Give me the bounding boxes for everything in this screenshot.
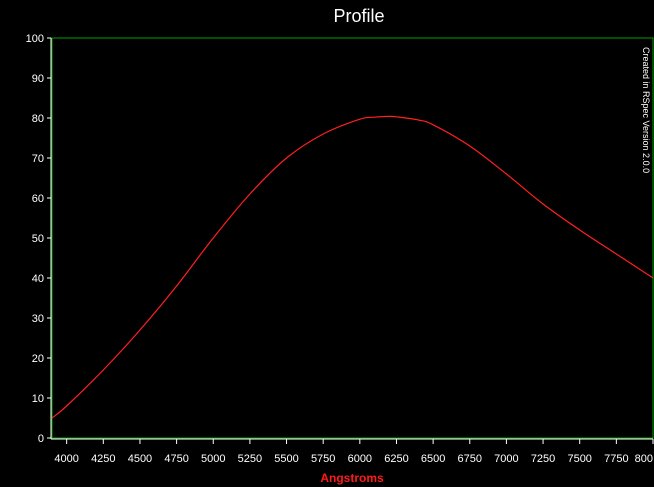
profile-chart: Profile 0102030405060708090100 4000 4250 4… [26,6,654,485]
x-tick-label: 7750 [604,453,628,465]
y-tick-label: 0 [38,433,44,445]
x-tick-label: 6750 [458,453,482,465]
y-tick-label: 10 [32,393,44,405]
y-axis: 0 10 20 30 40 50 60 70 80 90 100 [26,33,52,445]
x-tick-label: 6250 [384,453,408,465]
x-tick-label: 800 [635,453,653,465]
x-axis: 4000 4250 4500 4750 5000 5250 5500 5750 6000 6250… [51,438,654,465]
x-axis-label: Angstroms [320,471,384,485]
plot-frame [51,37,654,439]
x-tick-label: 7000 [494,453,518,465]
y-tick-label: 40 [32,273,44,285]
y-tick-label: 30 [32,313,44,325]
y-tick-label: 80 [32,113,44,125]
chart-title: Profile [333,6,384,26]
x-tick-label: 7500 [567,453,591,465]
profile-curve [51,115,654,419]
y-tick-label: 70 [32,153,44,165]
version-annotation: Created in RSpec Version 2.0.0 [641,47,651,173]
x-tick-label: 4500 [128,453,152,465]
y-tick-label: 90 [32,73,44,85]
x-tick-label: 4750 [164,453,188,465]
x-tick-label: 4250 [91,453,115,465]
x-tick-label: 5000 [201,453,225,465]
x-tick-label: 6500 [421,453,445,465]
x-tick-label: 7250 [531,453,555,465]
x-tick-label: 4000 [54,453,78,465]
x-tick-label: 5250 [238,453,262,465]
x-tick-label: 5500 [274,453,298,465]
y-tick-label: 20 [32,353,44,365]
x-tick-label: 5750 [311,453,335,465]
x-tick-label: 6000 [348,453,372,465]
y-tick-label: 100 [26,33,44,45]
y-tick-label: 60 [32,193,44,205]
y-tick-label: 50 [32,233,44,245]
